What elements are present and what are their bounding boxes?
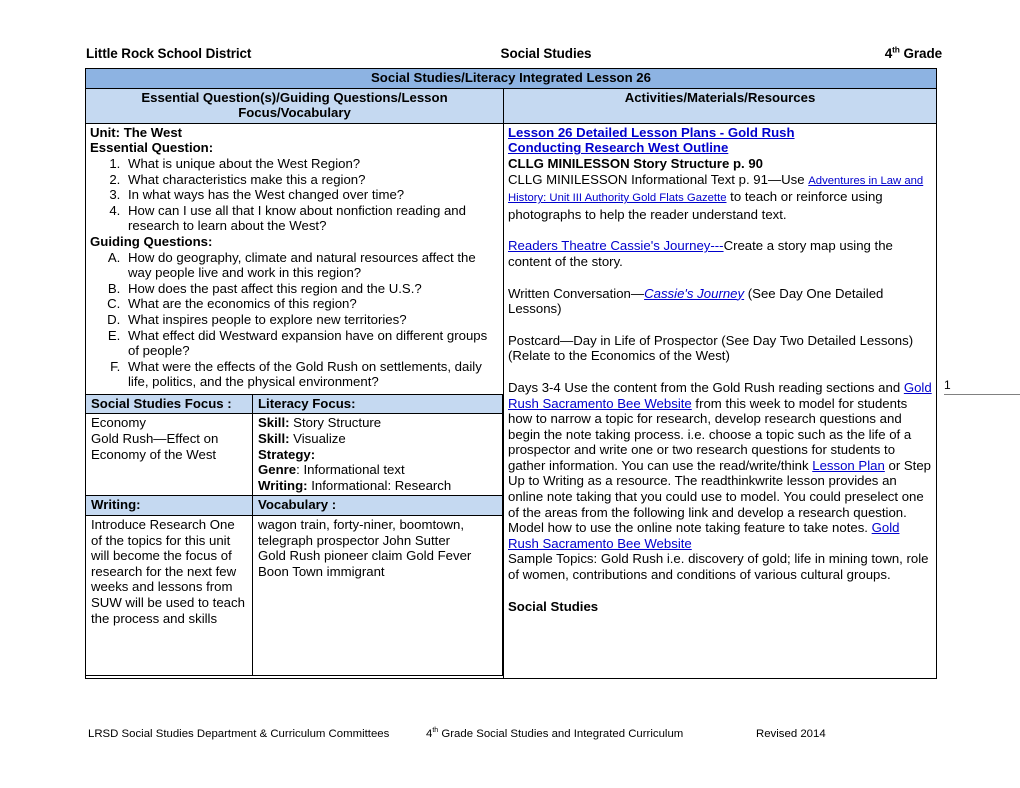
focus-vocabulary-table: Social Studies Focus : Literacy Focus: E… — [85, 393, 503, 677]
list-item: What is unique about the West Region? — [124, 156, 499, 172]
right-column-cell: Lesson 26 Detailed Lesson Plans - Gold R… — [503, 122, 937, 680]
minilesson-informational-text: CLLG MINILESSON Informational Text p. 91… — [508, 172, 932, 223]
list-item: What are the economics of this region? — [124, 296, 499, 312]
header-grade: 4th Grade — [676, 44, 942, 61]
list-item: How does the past affect this region and… — [124, 281, 499, 297]
literacy-value: : Informational text — [296, 462, 405, 478]
resource-line: Conducting Research West Outline — [508, 140, 932, 156]
guiding-questions-label: Guiding Questions: — [90, 233, 213, 249]
guiding-questions-list: How do geography, climate and natural re… — [90, 250, 499, 390]
focus-line: Gold Rush—Effect on Economy of the West — [91, 431, 219, 462]
postcard-line: Postcard—Day in Life of Prospector (See … — [508, 332, 914, 348]
literacy-row: Strategy: — [258, 447, 498, 463]
readers-theatre-line: Readers Theatre Cassie's Journey---Creat… — [508, 238, 932, 269]
list-item: What were the effects of the Gold Rush o… — [124, 359, 499, 390]
minilesson-story-structure: CLLG MINILESSON Story Structure p. 90 — [508, 155, 763, 171]
literacy-row: Genre: Informational text — [258, 462, 498, 478]
literacy-label: Strategy: — [258, 446, 316, 462]
footer-center: 4th Grade Social Studies and Integrated … — [426, 727, 756, 740]
social-studies-heading: Social Studies — [508, 598, 599, 614]
literacy-focus-header: Literacy Focus: — [252, 393, 503, 415]
header-grade-ordinal: th — [892, 44, 900, 55]
writing-vocabulary-body-row: Introduce Research One of the topics for… — [85, 515, 503, 677]
header-grade-word: Grade — [899, 46, 942, 61]
list-item: In what ways has the West changed over t… — [124, 187, 499, 203]
header-grade-number: 4 — [884, 46, 893, 61]
written-conv-pre: Written Conversation— — [508, 285, 645, 301]
days-pre: Days 3-4 Use the content from the Gold R… — [508, 379, 904, 395]
literacy-label: Writing: — [258, 477, 308, 493]
vocabulary-line: Gold Rush pioneer claim Gold Fever — [258, 548, 472, 564]
list-item: What effect did Westward expansion have … — [124, 328, 499, 359]
footer-right: Revised 2014 — [756, 728, 826, 740]
literacy-focus-body: Skill: Story Structure Skill: Visualize … — [252, 413, 503, 497]
literacy-value: Informational: Research — [307, 477, 452, 493]
page-number-marker: 1 — [944, 378, 1020, 395]
vocabulary-header: Vocabulary : — [252, 495, 503, 517]
vocabulary-line: wagon train, forty-niner, boomtown, — [258, 517, 464, 533]
vocabulary-line: telegraph prospector John Sutter — [258, 532, 451, 548]
literacy-label: Skill: — [258, 415, 290, 431]
footer-left: LRSD Social Studies Department & Curricu… — [88, 728, 390, 740]
link-lesson-plan[interactable]: Lesson Plan — [812, 458, 885, 473]
document-page: Little Rock School District Social Studi… — [0, 0, 1020, 788]
table-title-row: Social Studies/Literacy Integrated Lesso… — [85, 68, 937, 89]
link-cassies-journey[interactable]: Cassie's Journey — [644, 286, 744, 301]
social-studies-focus-header: Social Studies Focus : — [85, 393, 253, 415]
literacy-value: Visualize — [289, 431, 346, 447]
lesson-title: Social Studies/Literacy Integrated Lesso… — [85, 68, 937, 89]
unit-label: Unit: The West — [90, 124, 183, 140]
days-3-4-paragraph: Days 3-4 Use the content from the Gold R… — [508, 380, 932, 552]
focus-body-row: Economy Gold Rush—Effect on Economy of t… — [85, 413, 503, 497]
literacy-row: Skill: Story Structure — [258, 415, 498, 431]
sample-topics-line: Sample Topics: Gold Rush i.e. discovery … — [508, 551, 929, 583]
literacy-label: Genre — [258, 462, 297, 478]
focus-header-row: Social Studies Focus : Literacy Focus: — [85, 393, 503, 415]
vocabulary-line: Boon Town immigrant — [258, 563, 385, 579]
list-item: How do geography, climate and natural re… — [124, 250, 499, 281]
table-body-row: Unit: The West Essential Question: What … — [85, 122, 937, 680]
document-running-header: Little Rock School District Social Studi… — [86, 44, 942, 61]
info-text-pre: CLLG MINILESSON Informational Text p. 91… — [508, 171, 809, 187]
footer-center-rest: Grade Social Studies and Integrated Curr… — [438, 728, 684, 740]
link-readers-theatre-cassies-journey[interactable]: Readers Theatre Cassie's Journey--- — [508, 238, 724, 253]
literacy-row: Skill: Visualize — [258, 431, 498, 447]
link-lesson-26-detailed-lesson-plans[interactable]: Lesson 26 Detailed Lesson Plans - Gold R… — [508, 125, 795, 140]
header-district: Little Rock School District — [86, 46, 252, 61]
header-subject: Social Studies — [500, 46, 592, 61]
literacy-label: Skill: — [258, 431, 290, 447]
essential-question-label: Essential Question: — [90, 140, 214, 156]
column-header-left: Essential Question(s)/Guiding Questions/… — [85, 87, 504, 124]
list-item: What characteristics make this a region? — [124, 172, 499, 188]
writing-body: Introduce Research One of the topics for… — [85, 515, 253, 677]
social-studies-focus-body: Economy Gold Rush—Effect on Economy of t… — [85, 413, 253, 497]
relate-economics-line: (Relate to the Economics of the West) — [508, 348, 730, 364]
writing-header: Writing: — [85, 495, 253, 517]
list-item: How can I use all that I know about nonf… — [124, 203, 499, 234]
literacy-value: Story Structure — [289, 415, 382, 431]
vocabulary-body: wagon train, forty-niner, boomtown, tele… — [252, 515, 503, 677]
left-column-cell: Unit: The West Essential Question: What … — [85, 122, 504, 680]
essential-questions-list: What is unique about the West Region? Wh… — [90, 156, 499, 234]
link-conducting-research-west-outline[interactable]: Conducting Research West Outline — [508, 140, 728, 155]
list-item: What inspires people to explore new terr… — [124, 312, 499, 328]
literacy-row: Writing: Informational: Research — [258, 478, 498, 494]
table-column-header-row: Essential Question(s)/Guiding Questions/… — [85, 87, 937, 124]
column-header-right: Activities/Materials/Resources — [503, 87, 937, 124]
resource-line: Lesson 26 Detailed Lesson Plans - Gold R… — [508, 125, 932, 141]
written-conversation-line: Written Conversation—Cassie's Journey (S… — [508, 286, 932, 317]
lesson-plan-table: Social Studies/Literacy Integrated Lesso… — [85, 68, 937, 680]
document-footer: LRSD Social Studies Department & Curricu… — [88, 727, 948, 740]
focus-line: Economy — [91, 415, 146, 431]
writing-vocabulary-header-row: Writing: Vocabulary : — [85, 495, 503, 517]
